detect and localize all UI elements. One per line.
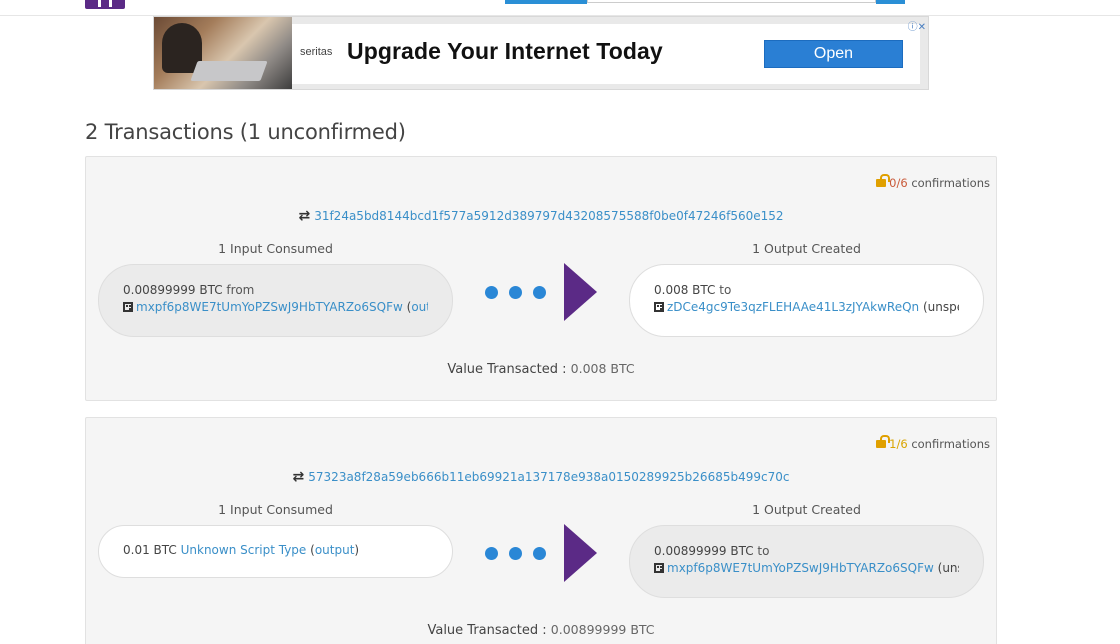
- exchange-arrows-icon: ⇄: [298, 208, 311, 224]
- unlock-icon: [876, 174, 891, 187]
- output-address-link[interactable]: mxpf6p8WE7tUmYoPZSwJ9HbTYARZo6SQFw: [667, 561, 934, 575]
- flow-dot: [509, 286, 522, 299]
- paren-close: ): [354, 543, 360, 557]
- value-label: Value Transacted: [427, 623, 539, 638]
- input-pill: 0.01 BTC Unknown Script Type (output): [98, 525, 453, 578]
- unlock-icon: [876, 435, 891, 448]
- script-type-link[interactable]: Unknown Script Type: [181, 543, 307, 557]
- ad-open-button[interactable]: Open: [764, 40, 903, 68]
- top-navbar: [0, 0, 1120, 16]
- output-pill: 0.008 BTC to zDCe4gc9Te3qzFLEHAAe41L3zJY…: [629, 264, 984, 337]
- input-output-ref: (output): [310, 543, 359, 557]
- confirmations-count: 0/6: [889, 176, 908, 190]
- output-amount: 0.00899999 BTC: [654, 544, 754, 558]
- output-pill: 0.00899999 BTC to mxpf6p8WE7tUmYoPZSwJ9H…: [629, 525, 984, 598]
- confirmations-status: 0/6 confirmations: [876, 174, 990, 190]
- input-amount-line: 0.00899999 BTC from: [123, 283, 428, 297]
- site-logo[interactable]: [85, 0, 125, 9]
- qr-code-icon[interactable]: [654, 302, 664, 312]
- input-amount: 0.01 BTC: [123, 543, 177, 557]
- flow-dot: [485, 547, 498, 560]
- output-to-label: to: [757, 544, 770, 558]
- output-amount: 0.008 BTC: [654, 283, 716, 297]
- output-amount-line: 0.00899999 BTC to: [654, 544, 959, 558]
- outputs-title: 1 Output Created: [752, 502, 861, 517]
- input-amount-line: 0.01 BTC Unknown Script Type (output): [123, 543, 428, 557]
- confirmations-label: confirmations: [911, 437, 990, 451]
- output-address-line: zDCe4gc9Te3qzFLEHAAe41L3zJYAkwReQn (unsp…: [654, 300, 959, 314]
- confirmations-status: 1/6 confirmations: [876, 435, 990, 451]
- transaction-hash-link[interactable]: 57323a8f28a59eb666b11eb69921a137178e938a…: [308, 470, 789, 484]
- inputs-title: 1 Input Consumed: [218, 502, 333, 517]
- output-status: (uns…: [937, 561, 959, 575]
- input-address-link[interactable]: mxpf6p8WE7tUmYoPZSwJ9HbTYARZo6SQFw: [136, 300, 403, 314]
- search-input[interactable]: [587, 0, 876, 3]
- transaction-hash-link[interactable]: 31f24a5bd8144bcd1f577a5912d389797d432085…: [314, 209, 783, 223]
- transaction-card: 1/6 confirmations ⇄ 57323a8f28a59eb666b11…: [85, 417, 997, 644]
- transaction-hash-row: ⇄ 57323a8f28a59eb666b11eb69921a137178e938…: [86, 469, 996, 485]
- confirmations-label: confirmations: [911, 176, 990, 190]
- value-label: Value Transacted: [447, 362, 558, 377]
- ad-laptop-image: [190, 61, 268, 81]
- ad-brand-logo: seritas: [300, 46, 333, 58]
- search-dropdown-button[interactable]: [505, 0, 587, 4]
- transaction-card: 0/6 confirmations ⇄ 31f24a5bd8144bcd1f577…: [85, 156, 997, 401]
- input-address-line: mxpf6p8WE7tUmYoPZSwJ9HbTYARZo6SQFw (out…: [123, 300, 428, 314]
- search-submit-button[interactable]: [876, 0, 905, 4]
- output-to-label: to: [719, 283, 732, 297]
- flow-dot: [533, 547, 546, 560]
- output-amount-line: 0.008 BTC to: [654, 283, 959, 297]
- exchange-arrows-icon: ⇄: [292, 469, 305, 485]
- outputs-title: 1 Output Created: [752, 241, 861, 256]
- input-output-ref: (out…: [407, 300, 428, 314]
- value-amount: 0.008 BTC: [570, 361, 635, 376]
- input-pill: 0.00899999 BTC from mxpf6p8WE7tUmYoPZSwJ…: [98, 264, 453, 337]
- value-transacted-row: Value Transacted : 0.008 BTC: [86, 361, 996, 377]
- ad-content: seritas Upgrade Your Internet Today Open: [292, 24, 920, 84]
- input-output-link[interactable]: output: [315, 543, 355, 557]
- qr-code-icon[interactable]: [123, 302, 133, 312]
- transaction-hash-row: ⇄ 31f24a5bd8144bcd1f577a5912d389797d43208…: [86, 208, 996, 224]
- flow-dot: [509, 547, 522, 560]
- input-amount: 0.00899999 BTC: [123, 283, 223, 297]
- value-amount: 0.00899999 BTC: [550, 622, 655, 637]
- flow-arrow-icon: [564, 263, 597, 321]
- output-address-line: mxpf6p8WE7tUmYoPZSwJ9HbTYARZo6SQFw (uns…: [654, 561, 959, 575]
- flow-arrow-icon: [564, 524, 597, 582]
- ad-banner[interactable]: seritas Upgrade Your Internet Today Open…: [153, 16, 929, 90]
- ad-headline: Upgrade Your Internet Today: [347, 38, 663, 64]
- value-separator: :: [542, 623, 547, 638]
- inputs-title: 1 Input Consumed: [218, 241, 333, 256]
- value-separator: :: [562, 362, 567, 377]
- confirmations-count: 1/6: [889, 437, 908, 451]
- flow-dot: [533, 286, 546, 299]
- input-output-link[interactable]: out…: [411, 300, 428, 314]
- ad-choices-close-icon[interactable]: ⓘ✕: [908, 18, 926, 33]
- qr-code-icon[interactable]: [654, 563, 664, 573]
- ad-photo: [154, 17, 292, 89]
- value-transacted-row: Value Transacted : 0.00899999 BTC: [86, 622, 996, 638]
- input-from-label: from: [226, 283, 255, 297]
- page-title: 2 Transactions (1 unconfirmed): [85, 120, 406, 144]
- flow-dot: [485, 286, 498, 299]
- output-status: (unspent): [923, 300, 959, 314]
- logo-mark-icon: [98, 0, 112, 7]
- output-address-link[interactable]: zDCe4gc9Te3qzFLEHAAe41L3zJYAkwReQn: [667, 300, 919, 314]
